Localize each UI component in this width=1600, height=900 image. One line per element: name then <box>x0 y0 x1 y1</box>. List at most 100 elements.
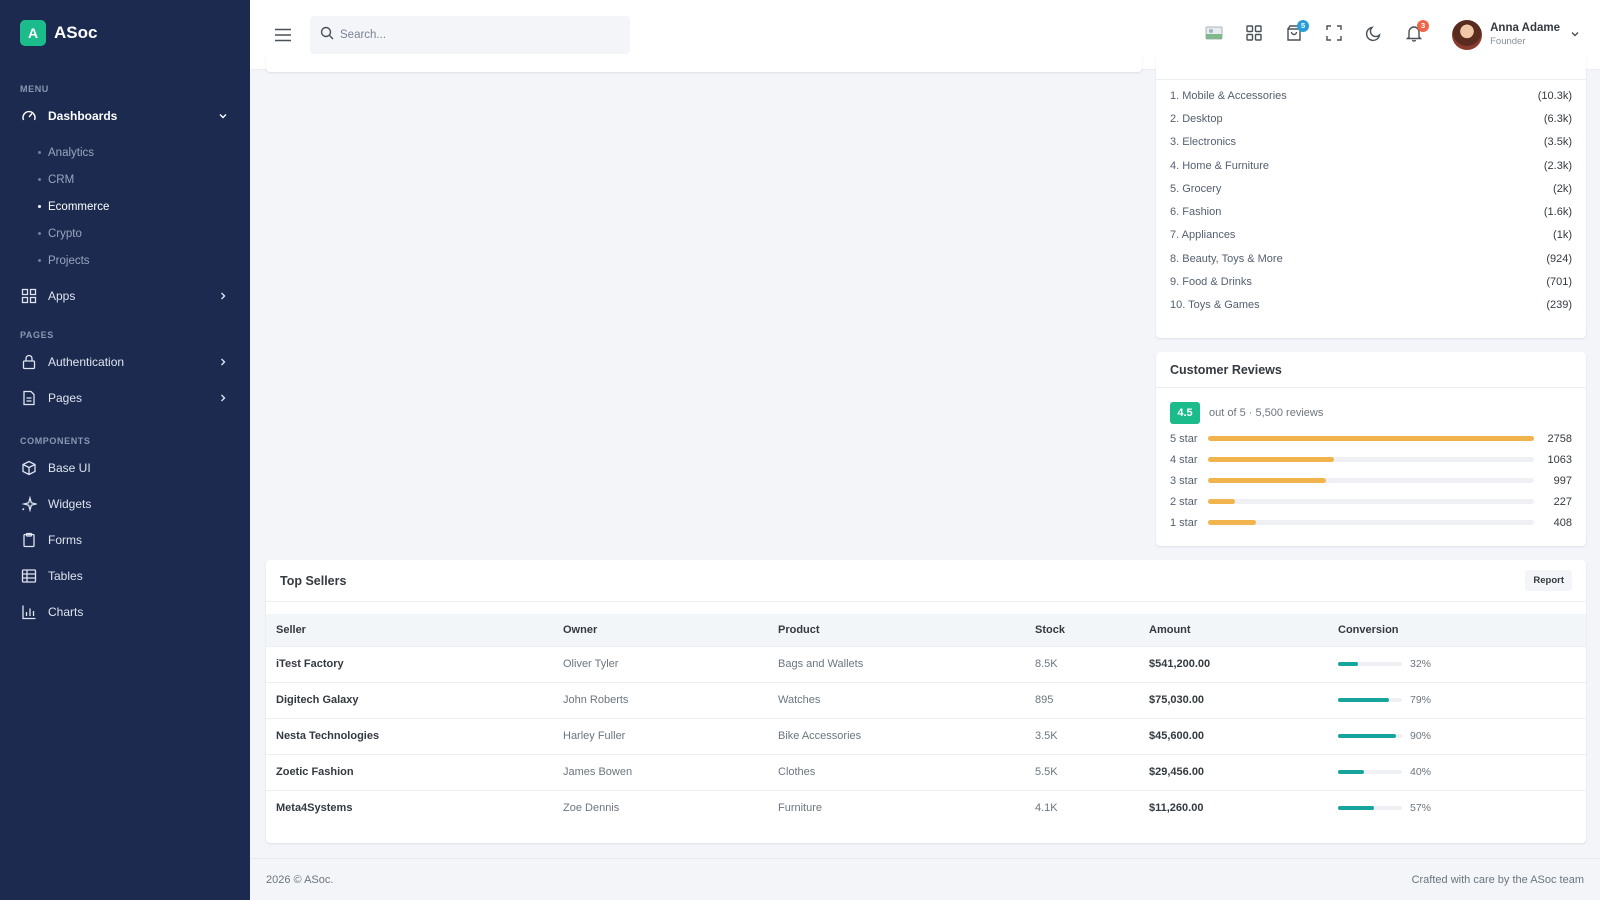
list-item[interactable]: 6. Fashion (1.6k) <box>1170 200 1572 223</box>
category-count: (6.3k) <box>1543 112 1572 125</box>
search-input[interactable] <box>340 28 600 41</box>
category-count: (239) <box>1546 299 1572 312</box>
category-name: 6. Fashion <box>1170 206 1222 219</box>
dark-mode-button[interactable] <box>1354 15 1394 55</box>
stock-cell: 8.5K <box>1025 645 1139 682</box>
sidebar-item-tables[interactable]: Tables <box>0 558 250 594</box>
flag-button[interactable] <box>1194 15 1234 55</box>
grid-icon <box>20 287 38 305</box>
owner-cell: Oliver Tyler <box>553 645 768 682</box>
bullet-icon <box>38 205 41 208</box>
rating-text: out of 5 · 5,500 reviews <box>1209 407 1324 419</box>
star-bar-fill <box>1208 520 1257 525</box>
footer-credit: Crafted with care by the ASoc team <box>1411 873 1584 886</box>
user-menu[interactable]: Anna Adame Founder <box>1452 19 1580 50</box>
card-title: Top Sellers <box>280 573 347 588</box>
sidebar-sub-crypto[interactable]: Crypto <box>0 220 250 247</box>
notifications-badge: 3 <box>1417 19 1430 32</box>
star-bar <box>1208 436 1534 441</box>
sidebar-item-label: Pages <box>48 391 83 405</box>
product-cell: Clothes <box>768 753 1025 790</box>
conversion-value: 90% <box>1410 730 1432 742</box>
owner-cell: James Bowen <box>553 753 768 790</box>
conversion-bar <box>1338 698 1402 702</box>
seller-cell[interactable]: Digitech Galaxy <box>266 681 553 718</box>
product-cell: Furniture <box>768 789 1025 826</box>
sidebar-item-dashboards[interactable]: Dashboards <box>0 98 250 134</box>
list-item[interactable]: 2. Desktop (6.3k) <box>1170 107 1572 130</box>
sidebar-item-charts[interactable]: Charts <box>0 594 250 630</box>
star-label: 2 star <box>1170 495 1198 508</box>
category-count: (1k) <box>1553 229 1572 242</box>
hamburger-menu-icon[interactable] <box>272 24 294 46</box>
star-bar <box>1208 520 1534 525</box>
table-row[interactable]: Meta4Systems Zoe Dennis Furniture 4.1K $… <box>266 789 1586 826</box>
chevron-right-icon <box>218 291 228 301</box>
star-bar-fill <box>1208 499 1235 504</box>
list-item[interactable]: 10. Toys & Games (239) <box>1170 294 1572 317</box>
top-categories-card: 1. Mobile & Accessories (10.3k) 2. Deskto… <box>1156 56 1586 338</box>
rating-badge: 4.5 <box>1170 402 1200 424</box>
star-label: 5 star <box>1170 432 1198 445</box>
sidebar-item-apps[interactable]: Apps <box>0 278 250 314</box>
seller-cell[interactable]: Nesta Technologies <box>266 717 553 754</box>
sidebar-item-base-ui[interactable]: Base UI <box>0 450 250 486</box>
column-header[interactable]: Stock <box>1025 614 1139 646</box>
list-item[interactable]: 7. Appliances (1k) <box>1170 224 1572 247</box>
seller-cell[interactable]: iTest Factory <box>266 645 553 682</box>
sidebar-item-widgets[interactable]: Widgets <box>0 486 250 522</box>
apps-grid-button[interactable] <box>1234 15 1274 55</box>
star-count: 997 <box>1553 474 1572 487</box>
list-item[interactable]: 3. Electronics (3.5k) <box>1170 131 1572 154</box>
bullet-icon <box>38 151 41 154</box>
conversion-bar-fill <box>1338 698 1389 702</box>
seller-cell[interactable]: Zoetic Fashion <box>266 753 553 790</box>
column-header[interactable]: Amount <box>1139 614 1328 646</box>
table-row[interactable]: Zoetic Fashion James Bowen Clothes 5.5K … <box>266 753 1586 790</box>
amount-cell: $11,260.00 <box>1139 789 1328 826</box>
column-header[interactable]: Conversion <box>1328 614 1586 646</box>
report-button[interactable]: Report <box>1525 570 1572 591</box>
column-header[interactable]: Owner <box>553 614 768 646</box>
table-row[interactable]: Nesta Technologies Harley Fuller Bike Ac… <box>266 717 1586 754</box>
sidebar-item-pages[interactable]: Pages <box>0 380 250 416</box>
chevron-down-icon <box>218 111 228 121</box>
sidebar-item-label: Dashboards <box>48 109 118 123</box>
sidebar-sub-ecommerce[interactable]: Ecommerce <box>0 193 250 220</box>
list-item[interactable]: 1. Mobile & Accessories (10.3k) <box>1170 84 1572 107</box>
user-name: Anna Adame <box>1490 22 1560 34</box>
fullscreen-button[interactable] <box>1314 15 1354 55</box>
list-item[interactable]: 5. Grocery (2k) <box>1170 177 1572 200</box>
sidebar-sub-analytics[interactable]: Analytics <box>0 139 250 166</box>
column-header[interactable]: Product <box>768 614 1025 646</box>
seller-cell[interactable]: Meta4Systems <box>266 789 553 826</box>
category-count: (701) <box>1546 276 1572 289</box>
star-label: 3 star <box>1170 474 1198 487</box>
product-cell: Bags and Wallets <box>768 645 1025 682</box>
category-count: (2k) <box>1553 182 1572 195</box>
flag-icon <box>1205 26 1223 43</box>
star-label: 4 star <box>1170 453 1198 466</box>
brand[interactable]: A ASoc <box>0 0 250 66</box>
sidebar-sub-crm[interactable]: CRM <box>0 166 250 193</box>
sidebar-item-forms[interactable]: Forms <box>0 522 250 558</box>
notifications-button[interactable]: 3 <box>1394 15 1434 55</box>
user-role: Founder <box>1490 36 1526 47</box>
category-name: 8. Beauty, Toys & More <box>1170 252 1283 265</box>
amount-cell: $541,200.00 <box>1139 645 1328 682</box>
list-item[interactable]: 8. Beauty, Toys & More (924) <box>1170 247 1572 270</box>
sidebar-item-authentication[interactable]: Authentication <box>0 344 250 380</box>
table-row[interactable]: Digitech Galaxy John Roberts Watches 895… <box>266 681 1586 718</box>
list-item[interactable]: 4. Home & Furniture (2.3k) <box>1170 154 1572 177</box>
bullet-icon <box>38 232 41 235</box>
list-item[interactable]: 9. Food & Drinks (701) <box>1170 270 1572 293</box>
sidebar-sub-projects[interactable]: Projects <box>0 247 250 274</box>
star-count: 227 <box>1553 495 1572 508</box>
cart-button[interactable]: 5 <box>1274 15 1314 55</box>
conversion-cell: 90% <box>1328 717 1586 754</box>
table-row[interactable]: iTest Factory Oliver Tyler Bags and Wall… <box>266 645 1586 682</box>
card-header: Top Sellers Report <box>266 560 1586 602</box>
column-header[interactable]: Seller <box>266 614 553 646</box>
moon-icon <box>1365 24 1383 45</box>
amount-cell: $75,030.00 <box>1139 681 1328 718</box>
